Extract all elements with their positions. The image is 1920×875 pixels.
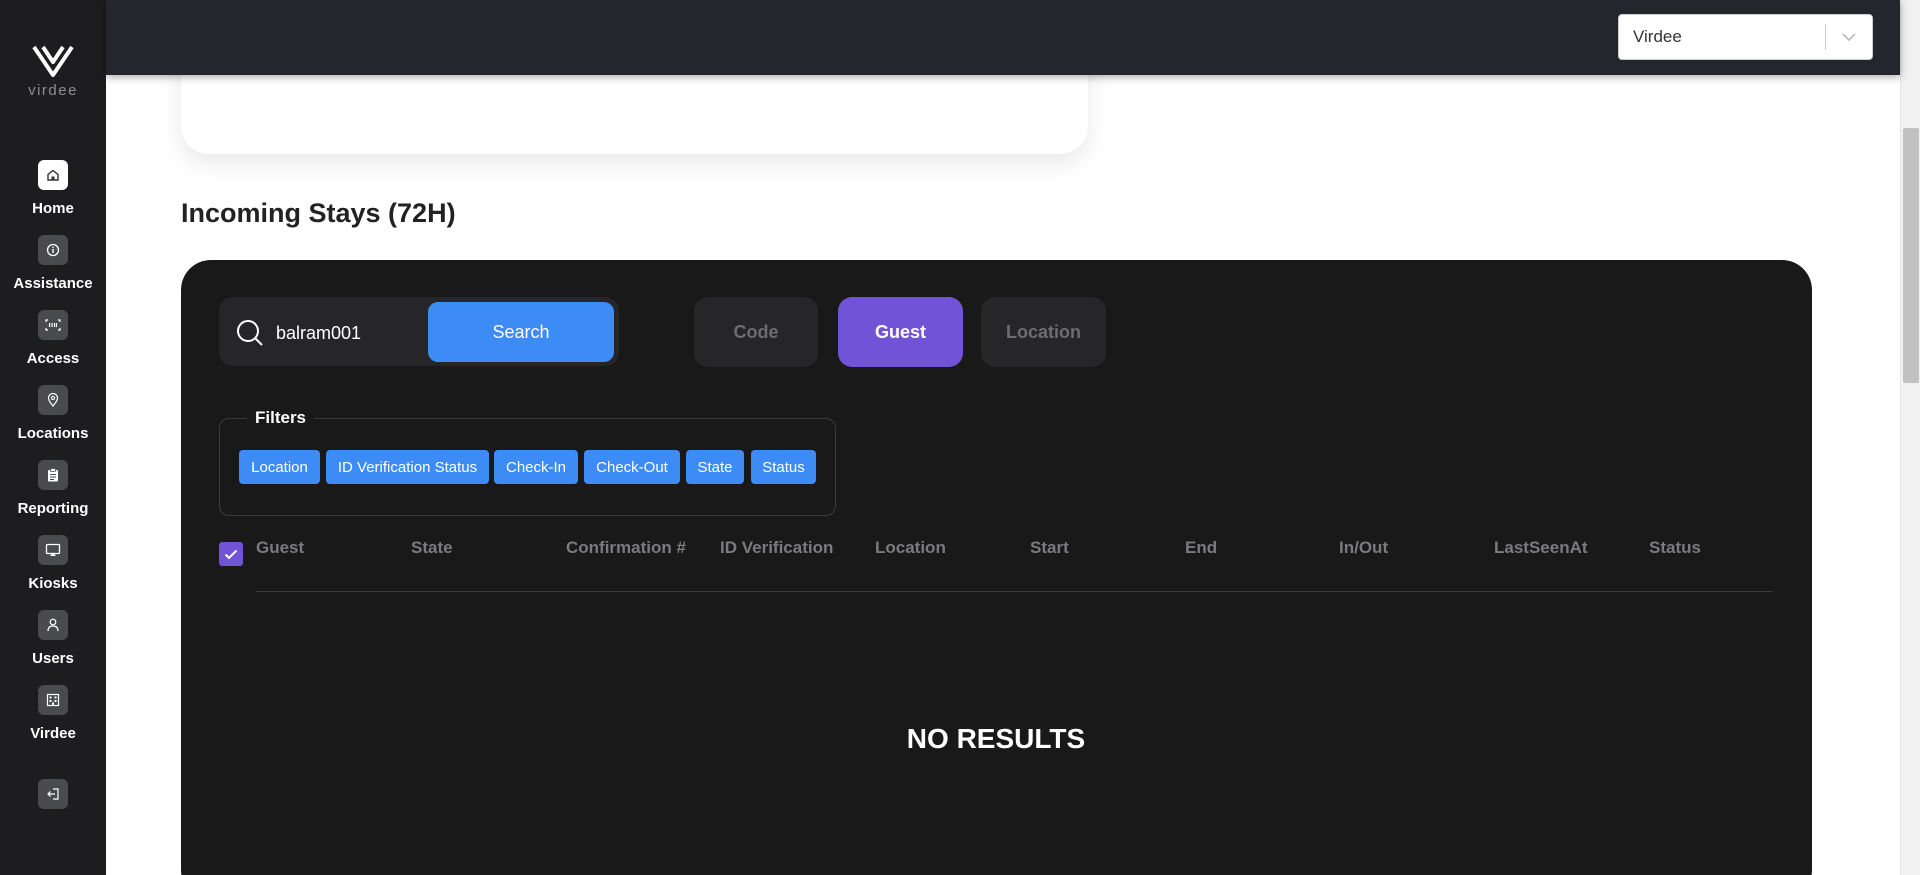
organization-select-value: Virdee [1633,27,1682,46]
logout-button[interactable] [38,779,68,809]
section-title: Incoming Stays (72H) [181,198,456,228]
nav-item-access[interactable]: Access [0,310,106,367]
home-icon [38,160,68,190]
sidebar: virdee Home Assistance Access Locations … [0,0,106,875]
nav-label-home: Home [32,200,74,217]
nav-item-kiosks[interactable]: Kiosks [0,535,106,592]
search-input[interactable] [276,318,426,348]
scrollbar-thumb[interactable] [1903,128,1919,383]
top-bar: Virdee [106,0,1900,75]
nav-label-locations: Locations [17,425,89,442]
brand-name: virdee [28,82,78,99]
chevron-down-icon[interactable] [1826,32,1872,42]
column-header-confirmation[interactable]: Confirmation # [566,538,686,558]
filter-chip-status[interactable]: Status [751,450,816,484]
nav-label-users: Users [32,650,74,667]
nav-item-users[interactable]: Users [0,610,106,667]
clipboard-icon [38,460,68,490]
nav-label-reporting: Reporting [17,500,89,517]
nav-item-home[interactable]: Home [0,160,106,217]
search-button[interactable]: Search [428,302,614,362]
filter-chip-location[interactable]: Location [239,450,320,484]
column-header-id-verification[interactable]: ID Verification [720,538,833,558]
building-icon [38,685,68,715]
nav-label-access: Access [26,350,80,367]
logout-icon [47,788,59,800]
column-header-start[interactable]: Start [1030,538,1069,558]
brand-logo[interactable]: virdee [0,44,106,99]
column-header-guest[interactable]: Guest [256,538,304,558]
filter-chip-id-verification-status[interactable]: ID Verification Status [326,450,489,484]
nav-item-virdee[interactable]: Virdee [0,685,106,742]
filter-chip-state[interactable]: State [686,450,744,484]
table-header-divider [256,591,1773,592]
search-icon [236,319,264,352]
location-pin-icon [38,385,68,415]
column-header-status[interactable]: Status [1649,538,1701,558]
nav-item-reporting[interactable]: Reporting [0,460,106,517]
select-all-checkbox[interactable] [219,542,243,566]
column-header-end[interactable]: End [1185,538,1217,558]
nav-item-locations[interactable]: Locations [0,385,106,442]
mode-code-button[interactable]: Code [694,297,818,367]
column-header-last-seen-at[interactable]: LastSeenAt [1494,538,1588,558]
filter-chip-check-out[interactable]: Check-Out [584,450,680,484]
kiosk-icon [38,535,68,565]
empty-state-message: NO RESULTS [906,723,1086,754]
access-icon [38,310,68,340]
column-header-in-out[interactable]: In/Out [1339,538,1388,558]
checkmark-icon [224,549,238,559]
filter-chip-check-in[interactable]: Check-In [494,450,578,484]
info-icon [38,235,68,265]
nav-label-assistance: Assistance [13,275,93,292]
filters-title: Filters [247,408,315,428]
mode-guest-button[interactable]: Guest [838,297,963,367]
mode-location-button[interactable]: Location [981,297,1106,367]
organization-select[interactable]: Virdee [1618,14,1873,60]
nav-label-kiosks: Kiosks [28,575,78,592]
virdee-logo-icon [32,45,74,77]
page-scrollbar[interactable] [1900,0,1920,875]
column-header-location[interactable]: Location [875,538,946,558]
nav-label-virdee: Virdee [30,725,76,742]
nav-item-assistance[interactable]: Assistance [0,235,106,292]
column-header-state[interactable]: State [411,538,453,558]
user-icon [38,610,68,640]
